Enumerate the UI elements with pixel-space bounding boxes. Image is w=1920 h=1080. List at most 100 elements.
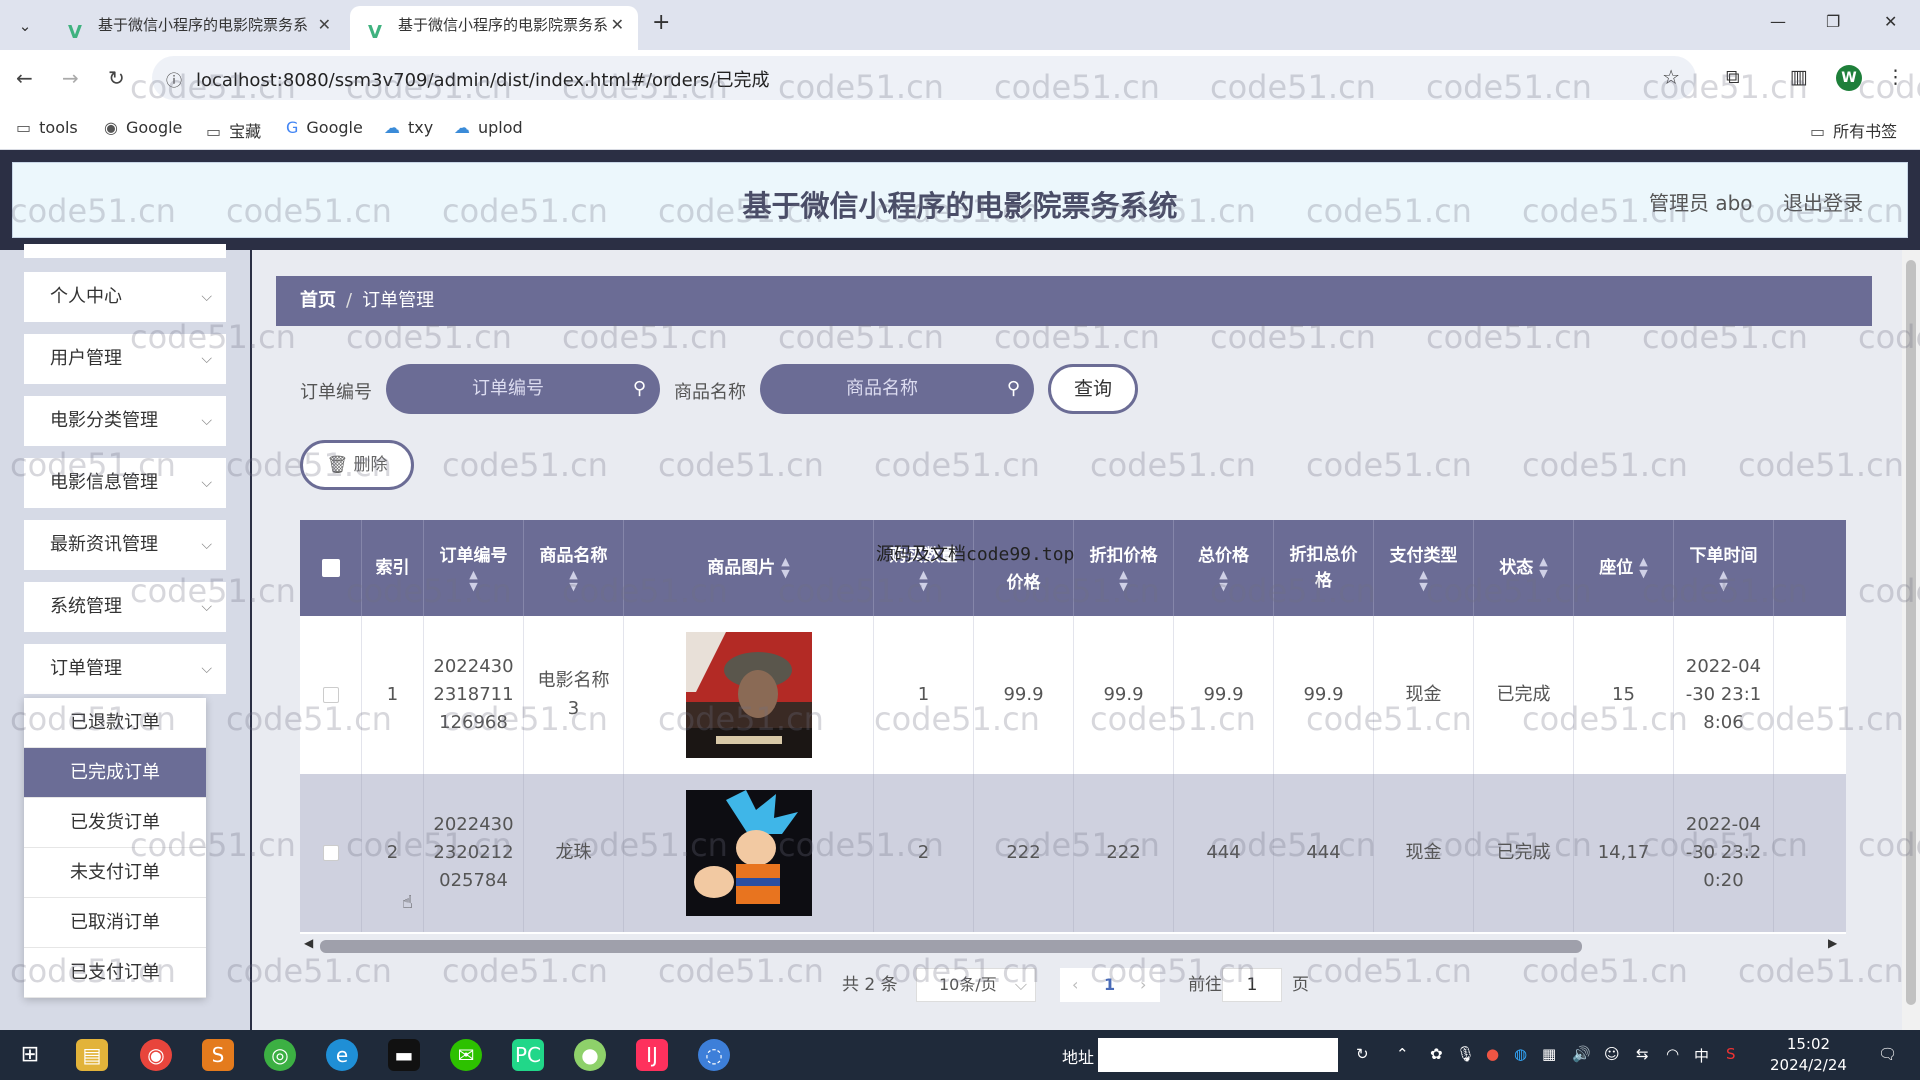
- scroll-left-icon[interactable]: ◀: [304, 936, 313, 950]
- submenu-paid-orders[interactable]: 已支付订单: [24, 948, 206, 998]
- product-image[interactable]: [624, 774, 874, 932]
- tray-user-icon[interactable]: ☺: [1604, 1045, 1620, 1063]
- terminal-icon[interactable]: ▬: [388, 1039, 420, 1071]
- browser-tab-2[interactable]: V 基于微信小程序的电影院票务系 ✕: [350, 6, 638, 50]
- extensions-icon[interactable]: ⧉: [1726, 66, 1740, 88]
- sogou-ime-icon[interactable]: S: [1726, 1045, 1736, 1063]
- th-pay-type[interactable]: 支付类型 ▲ ▼: [1374, 520, 1474, 616]
- back-icon[interactable]: ←: [16, 66, 33, 90]
- scroll-right-icon[interactable]: ▶: [1828, 936, 1837, 950]
- row-checkbox[interactable]: [300, 616, 362, 774]
- minimize-icon[interactable]: —: [1770, 12, 1786, 31]
- chrome-icon[interactable]: ◉: [140, 1039, 172, 1071]
- close-window-icon[interactable]: ✕: [1884, 12, 1897, 31]
- url-field[interactable]: ⓘ localhost:8080/ssm3v709/admin/dist/ind…: [152, 56, 1696, 100]
- th-status[interactable]: 状态 ▲ ▼: [1474, 520, 1574, 616]
- microphone-icon[interactable]: 🎙: [1456, 1045, 1475, 1063]
- tray-app-icon[interactable]: ✿: [1430, 1045, 1443, 1063]
- table-row[interactable]: 2 2022430 2320212 025784 龙珠 2 222 222 44…: [300, 774, 1846, 932]
- refresh-icon[interactable]: ↻: [1356, 1045, 1369, 1063]
- system-clock[interactable]: 15:02 2024/2/24: [1770, 1034, 1847, 1076]
- sublime-icon[interactable]: S: [202, 1039, 234, 1071]
- query-button[interactable]: 查询: [1048, 364, 1138, 414]
- submenu-shipped-orders[interactable]: 已发货订单: [24, 798, 206, 848]
- close-tab-icon[interactable]: ✕: [318, 6, 331, 44]
- url-text[interactable]: localhost:8080/ssm3v709/admin/dist/index…: [196, 66, 770, 92]
- browser-tab-1[interactable]: V 基于微信小程序的电影院票务系 ✕: [50, 6, 345, 50]
- wifi-icon[interactable]: ◠: [1666, 1045, 1679, 1063]
- bookmark-google-2[interactable]: G Google: [286, 118, 363, 137]
- sidebar-item-partial[interactable]: [24, 244, 226, 258]
- breadcrumb-home[interactable]: 首页: [300, 290, 336, 311]
- submenu-refunded-orders[interactable]: 已退款订单: [24, 698, 206, 748]
- bookmark-google[interactable]: ◉ Google: [104, 118, 182, 137]
- tray-switch-icon[interactable]: ⇆: [1636, 1045, 1649, 1063]
- sidepanel-icon[interactable]: ▥: [1790, 66, 1808, 88]
- profile-avatar[interactable]: W: [1836, 65, 1862, 91]
- th-order-no[interactable]: 订单编号 ▲ ▼: [424, 520, 524, 616]
- all-bookmarks[interactable]: ▭ 所有书签: [1810, 118, 1897, 142]
- logout-button[interactable]: 退出登录: [1783, 187, 1863, 216]
- submenu-unpaid-orders[interactable]: 未支付订单: [24, 848, 206, 898]
- sidebar-item-personal-center[interactable]: 个人中心 ⌵: [24, 272, 226, 322]
- order-no-input[interactable]: 订单编号 ⚲: [386, 364, 660, 414]
- th-quantity[interactable]: 购买数量 ▲ ▼: [874, 520, 974, 616]
- table-horizontal-scrollbar[interactable]: ◀ ▶: [300, 934, 1846, 958]
- page-vertical-scrollbar[interactable]: [1902, 250, 1920, 1030]
- app-green-icon[interactable]: ◎: [264, 1039, 296, 1071]
- sidebar-item-movie-info[interactable]: 电影信息管理 ⌵: [24, 458, 226, 508]
- bookmark-uplod[interactable]: ☁ uplod: [454, 118, 523, 137]
- row-checkbox[interactable]: [300, 774, 362, 932]
- delete-button[interactable]: 🗑 删除: [300, 440, 414, 490]
- edge-icon[interactable]: e: [326, 1039, 358, 1071]
- sidebar-item-users[interactable]: 用户管理 ⌵: [24, 334, 226, 384]
- sidebar-item-news[interactable]: 最新资讯管理 ⌵: [24, 520, 226, 570]
- tray-grid-icon[interactable]: ▦: [1542, 1045, 1556, 1063]
- th-total[interactable]: 总价格 ▲ ▼: [1174, 520, 1274, 616]
- bookmark-tools[interactable]: ▭ tools: [16, 118, 78, 137]
- goto-page-input[interactable]: 1: [1222, 968, 1282, 1002]
- scroll-thumb[interactable]: [320, 940, 1582, 953]
- tray-record-icon[interactable]: ●: [1486, 1045, 1499, 1063]
- windows-start-icon[interactable]: ⊞: [14, 1039, 46, 1071]
- wechat-icon[interactable]: ✉: [450, 1039, 482, 1071]
- close-tab-icon[interactable]: ✕: [611, 6, 624, 44]
- th-order-time[interactable]: 下单时间 ▲ ▼: [1674, 520, 1774, 616]
- chat-app-icon[interactable]: ●: [574, 1039, 606, 1071]
- prev-page-icon[interactable]: ‹: [1072, 968, 1078, 1002]
- submenu-completed-orders[interactable]: 已完成订单: [24, 748, 206, 798]
- more-menu-icon[interactable]: ⋮: [1886, 66, 1905, 88]
- submenu-cancelled-orders[interactable]: 已取消订单: [24, 898, 206, 948]
- restore-icon[interactable]: ❐: [1826, 12, 1840, 31]
- page-size-select[interactable]: 10条/页 ⌵: [916, 968, 1036, 1002]
- sidebar-item-movie-categories[interactable]: 电影分类管理 ⌵: [24, 396, 226, 446]
- bookmark-treasure[interactable]: ▭ 宝藏: [206, 118, 261, 142]
- current-page[interactable]: 1: [1104, 968, 1115, 1002]
- th-discount-price[interactable]: 折扣价格 ▲ ▼: [1074, 520, 1174, 616]
- browser-app-icon[interactable]: ◌: [698, 1039, 730, 1071]
- intellij-icon[interactable]: IJ: [636, 1039, 668, 1071]
- ime-indicator[interactable]: 中: [1694, 1045, 1709, 1066]
- th-seat[interactable]: 座位 ▲ ▼: [1574, 520, 1674, 616]
- sidebar-item-orders[interactable]: 订单管理 ⌵: [24, 644, 226, 694]
- th-product-image[interactable]: 商品图片 ▲ ▼: [624, 520, 874, 616]
- reload-icon[interactable]: ↻: [108, 66, 125, 90]
- bookmark-star-icon[interactable]: ☆: [1662, 65, 1680, 89]
- table-row[interactable]: 1 2022430 2318711 126968 电影名称 3 1 99.9 9…: [300, 616, 1846, 774]
- site-info-icon[interactable]: ⓘ: [166, 67, 182, 91]
- tray-shield-icon[interactable]: ◍: [1514, 1045, 1527, 1063]
- select-all-checkbox[interactable]: [300, 520, 362, 616]
- th-product-name[interactable]: 商品名称 ▲ ▼: [524, 520, 624, 616]
- notification-icon[interactable]: 🗨: [1878, 1045, 1897, 1063]
- new-tab-button[interactable]: +: [652, 10, 670, 35]
- file-explorer-icon[interactable]: ▤: [76, 1039, 108, 1071]
- pycharm-icon[interactable]: PC: [512, 1039, 544, 1071]
- volume-icon[interactable]: 🔊: [1572, 1045, 1591, 1063]
- next-page-icon[interactable]: ›: [1140, 968, 1146, 1002]
- tab-search-icon[interactable]: ⌄: [12, 13, 38, 39]
- bookmark-txy[interactable]: ☁ txy: [384, 118, 433, 137]
- th-price[interactable]: 价格: [974, 520, 1074, 616]
- th-discount-total[interactable]: 折扣总价格: [1274, 520, 1374, 616]
- product-image[interactable]: [624, 616, 874, 774]
- forward-icon[interactable]: →: [62, 66, 79, 90]
